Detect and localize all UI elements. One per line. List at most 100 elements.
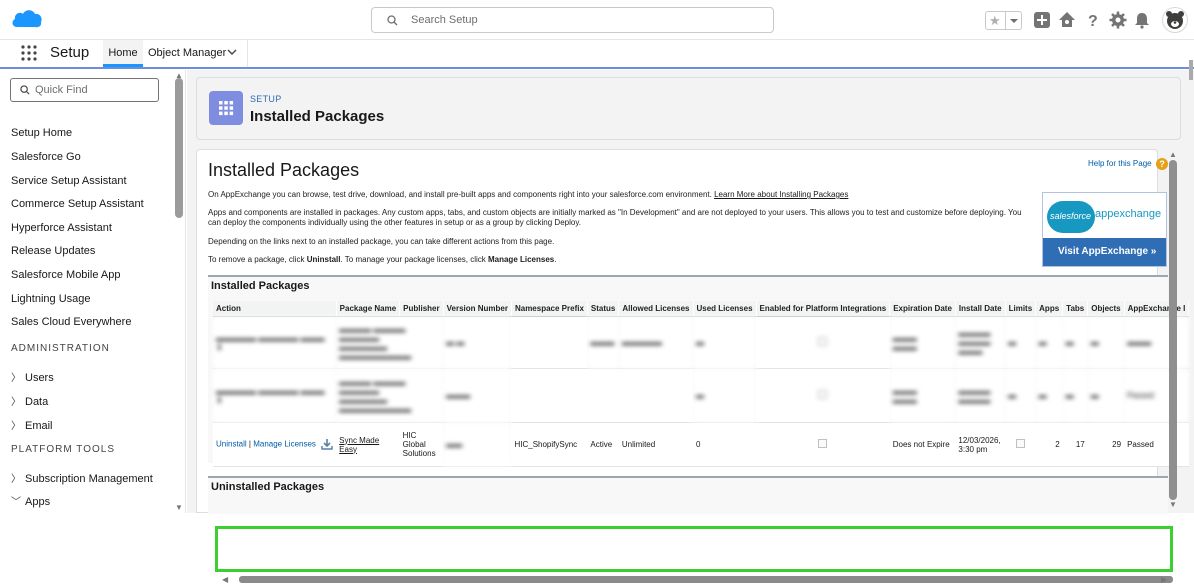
trailhead-icon[interactable] (1058, 11, 1076, 29)
scroll-left-arrow[interactable]: ◀ (222, 575, 228, 584)
text: To remove a package, click (208, 255, 307, 264)
learn-more-link[interactable]: Learn More about Installing Packages (714, 190, 848, 199)
text-manage-licenses: Manage Licenses (487, 255, 555, 264)
namespace-cell: HIC_ShopifySync (511, 422, 588, 467)
scroll-down-arrow[interactable]: ▼ (175, 503, 183, 512)
sidebar-item-label: Users (25, 372, 54, 384)
intro-text: On AppExchange you can browse, test driv… (208, 190, 715, 199)
redacted-cell: ▬▬▬▬ ▬▬▬▬ (955, 368, 1006, 423)
apps-cell: 2 (1035, 422, 1063, 467)
install-date-cell: 12/03/2026, 3:30 pm (955, 422, 1006, 467)
package-name-link[interactable]: Sync Made Easy (339, 436, 379, 454)
sidebar-item-users[interactable]: 〉 Users (11, 369, 54, 384)
page-scrollbar[interactable] (1189, 60, 1193, 80)
column-header[interactable]: Version Number (443, 301, 512, 317)
installed-packages-panel: Installed Packages Help for this Page ? … (196, 149, 1190, 584)
sidebar-item-subscription-management[interactable]: 〉 Subscription Management (11, 470, 153, 485)
table-horizontal-scrollbar[interactable] (239, 576, 1173, 583)
actions-explanation: Depending on the links next to an instal… (208, 237, 555, 246)
main-content: SETUP Installed Packages Installed Packa… (187, 70, 1194, 584)
column-header[interactable]: Namespace Prefix (511, 301, 588, 317)
tab-object-manager[interactable]: Object Manager (143, 40, 248, 67)
column-header[interactable]: Action (213, 301, 337, 317)
favorites-button[interactable]: ★ (985, 11, 1022, 30)
sidebar-scrollbar[interactable] (175, 78, 183, 218)
sidebar-item-release-updates[interactable]: Release Updates (11, 245, 95, 257)
sidebar-item-lightning-usage[interactable]: Lightning Usage (11, 293, 91, 305)
setup-search-input[interactable]: Search Setup (371, 7, 774, 33)
quick-find-input[interactable]: Quick Find (10, 78, 159, 102)
section-heading: Installed Packages (211, 280, 310, 292)
sidebar-item-apps[interactable]: ﹀ Apps (11, 493, 50, 508)
redacted-cell: ▬ (1005, 316, 1036, 369)
content-vertical-scrollbar[interactable] (1169, 160, 1177, 500)
star-icon: ★ (989, 13, 1001, 28)
column-header[interactable]: Package Name (336, 301, 401, 317)
column-header[interactable]: Install Date (955, 301, 1006, 317)
uninstall-link[interactable]: Uninstall (216, 440, 247, 449)
user-avatar[interactable] (1162, 7, 1188, 33)
sidebar-item-data[interactable]: 〉 Data (11, 393, 48, 408)
expiration-cell: Does not Expire (889, 422, 956, 467)
column-header[interactable]: Expiration Date (889, 301, 956, 317)
redacted-cell: ▬ (1035, 368, 1063, 423)
global-actions-icon[interactable] (1033, 11, 1051, 29)
column-header[interactable]: Enabled for Platform Integrations (756, 301, 891, 317)
column-header[interactable]: Limits (1005, 301, 1037, 317)
appexchange-status: Passed (1127, 391, 1154, 400)
sidebar-item-label: Data (25, 396, 49, 408)
column-header[interactable]: Used Licenses (693, 301, 757, 317)
sidebar-item-setup-home[interactable]: Setup Home (11, 127, 72, 139)
svg-text:?: ? (1088, 13, 1098, 29)
sidebar-item-sales-cloud-everywhere[interactable]: Sales Cloud Everywhere (11, 316, 131, 328)
appexchange-banner[interactable]: salesforce appexchange Visit AppExchange… (1042, 192, 1167, 267)
redacted-cell: ▬ (1062, 316, 1088, 369)
appexchange-wordmark: appexchange (1095, 208, 1162, 220)
redacted-cell: ▬ (693, 316, 757, 369)
sidebar-item-commerce-setup-assistant[interactable]: Commerce Setup Assistant (11, 198, 144, 210)
salesforce-logo[interactable] (11, 8, 43, 33)
platform-integrations-checkbox (818, 439, 828, 448)
cell (511, 316, 588, 369)
sidebar-item-salesforce-go[interactable]: Salesforce Go (11, 151, 81, 163)
column-header[interactable]: Objects (1087, 301, 1125, 317)
help-link[interactable]: Help for this Page (1088, 159, 1152, 168)
scroll-up-arrow[interactable]: ▲ (1169, 150, 1177, 159)
redacted-cell: ▬▬▬▬▬ (618, 316, 693, 369)
favorites-dropdown[interactable] (1005, 12, 1021, 29)
app-launcher-icon[interactable] (21, 45, 37, 61)
sidebar-item-salesforce-mobile-app[interactable]: Salesforce Mobile App (11, 269, 120, 281)
redacted-cell: ▬ (1062, 368, 1088, 423)
column-header[interactable]: AppExchange I (1124, 301, 1190, 317)
column-header[interactable]: Publisher (399, 301, 444, 317)
manage-licenses-link[interactable]: Manage Licenses (253, 440, 316, 449)
column-header[interactable]: Allowed Licenses (618, 301, 694, 317)
column-header[interactable]: Status (587, 301, 620, 317)
sidebar-item-email[interactable]: 〉 Email (11, 417, 53, 432)
uninstalled-packages-section: Uninstalled Packages (208, 476, 1168, 514)
help-icon[interactable]: ? (1084, 11, 1102, 29)
salesforce-cloud-logo: salesforce (1047, 201, 1095, 233)
installed-packages-table: Action Package Name Publisher Version Nu… (213, 301, 1190, 467)
column-header[interactable]: Tabs (1062, 301, 1089, 317)
column-header[interactable]: Apps (1035, 301, 1064, 317)
chevron-down-icon[interactable] (227, 49, 237, 56)
sidebar-item-label: Apps (25, 496, 51, 508)
cell (618, 368, 693, 423)
redacted-version: ▬▬ (443, 422, 512, 467)
tab-home[interactable]: Home (103, 40, 143, 67)
sidebar-item-service-setup-assistant[interactable]: Service Setup Assistant (11, 175, 127, 187)
tab-object-manager-label: Object Manager (148, 47, 227, 59)
setup-grid-icon (209, 91, 243, 125)
redacted-cell: ▬▬▬▬ ▬▬▬▬ ▬▬▬▬▬ ▬▬▬▬▬▬ ▬▬▬▬▬▬▬▬▬ (336, 368, 444, 423)
redacted-cell: ▬ (693, 368, 757, 423)
scroll-right-arrow[interactable]: ▶ (1161, 575, 1167, 584)
gear-icon[interactable] (1109, 11, 1127, 29)
visit-appexchange-button[interactable]: Visit AppExchange » (1043, 238, 1166, 266)
sidebar-item-hyperforce-assistant[interactable]: Hyperforce Assistant (11, 222, 112, 234)
help-question-icon[interactable]: ? (1156, 158, 1168, 170)
app-name: Setup (50, 44, 90, 61)
notifications-bell-icon[interactable] (1133, 11, 1151, 29)
scroll-down-arrow[interactable]: ▼ (1169, 500, 1177, 509)
cell (756, 368, 890, 423)
